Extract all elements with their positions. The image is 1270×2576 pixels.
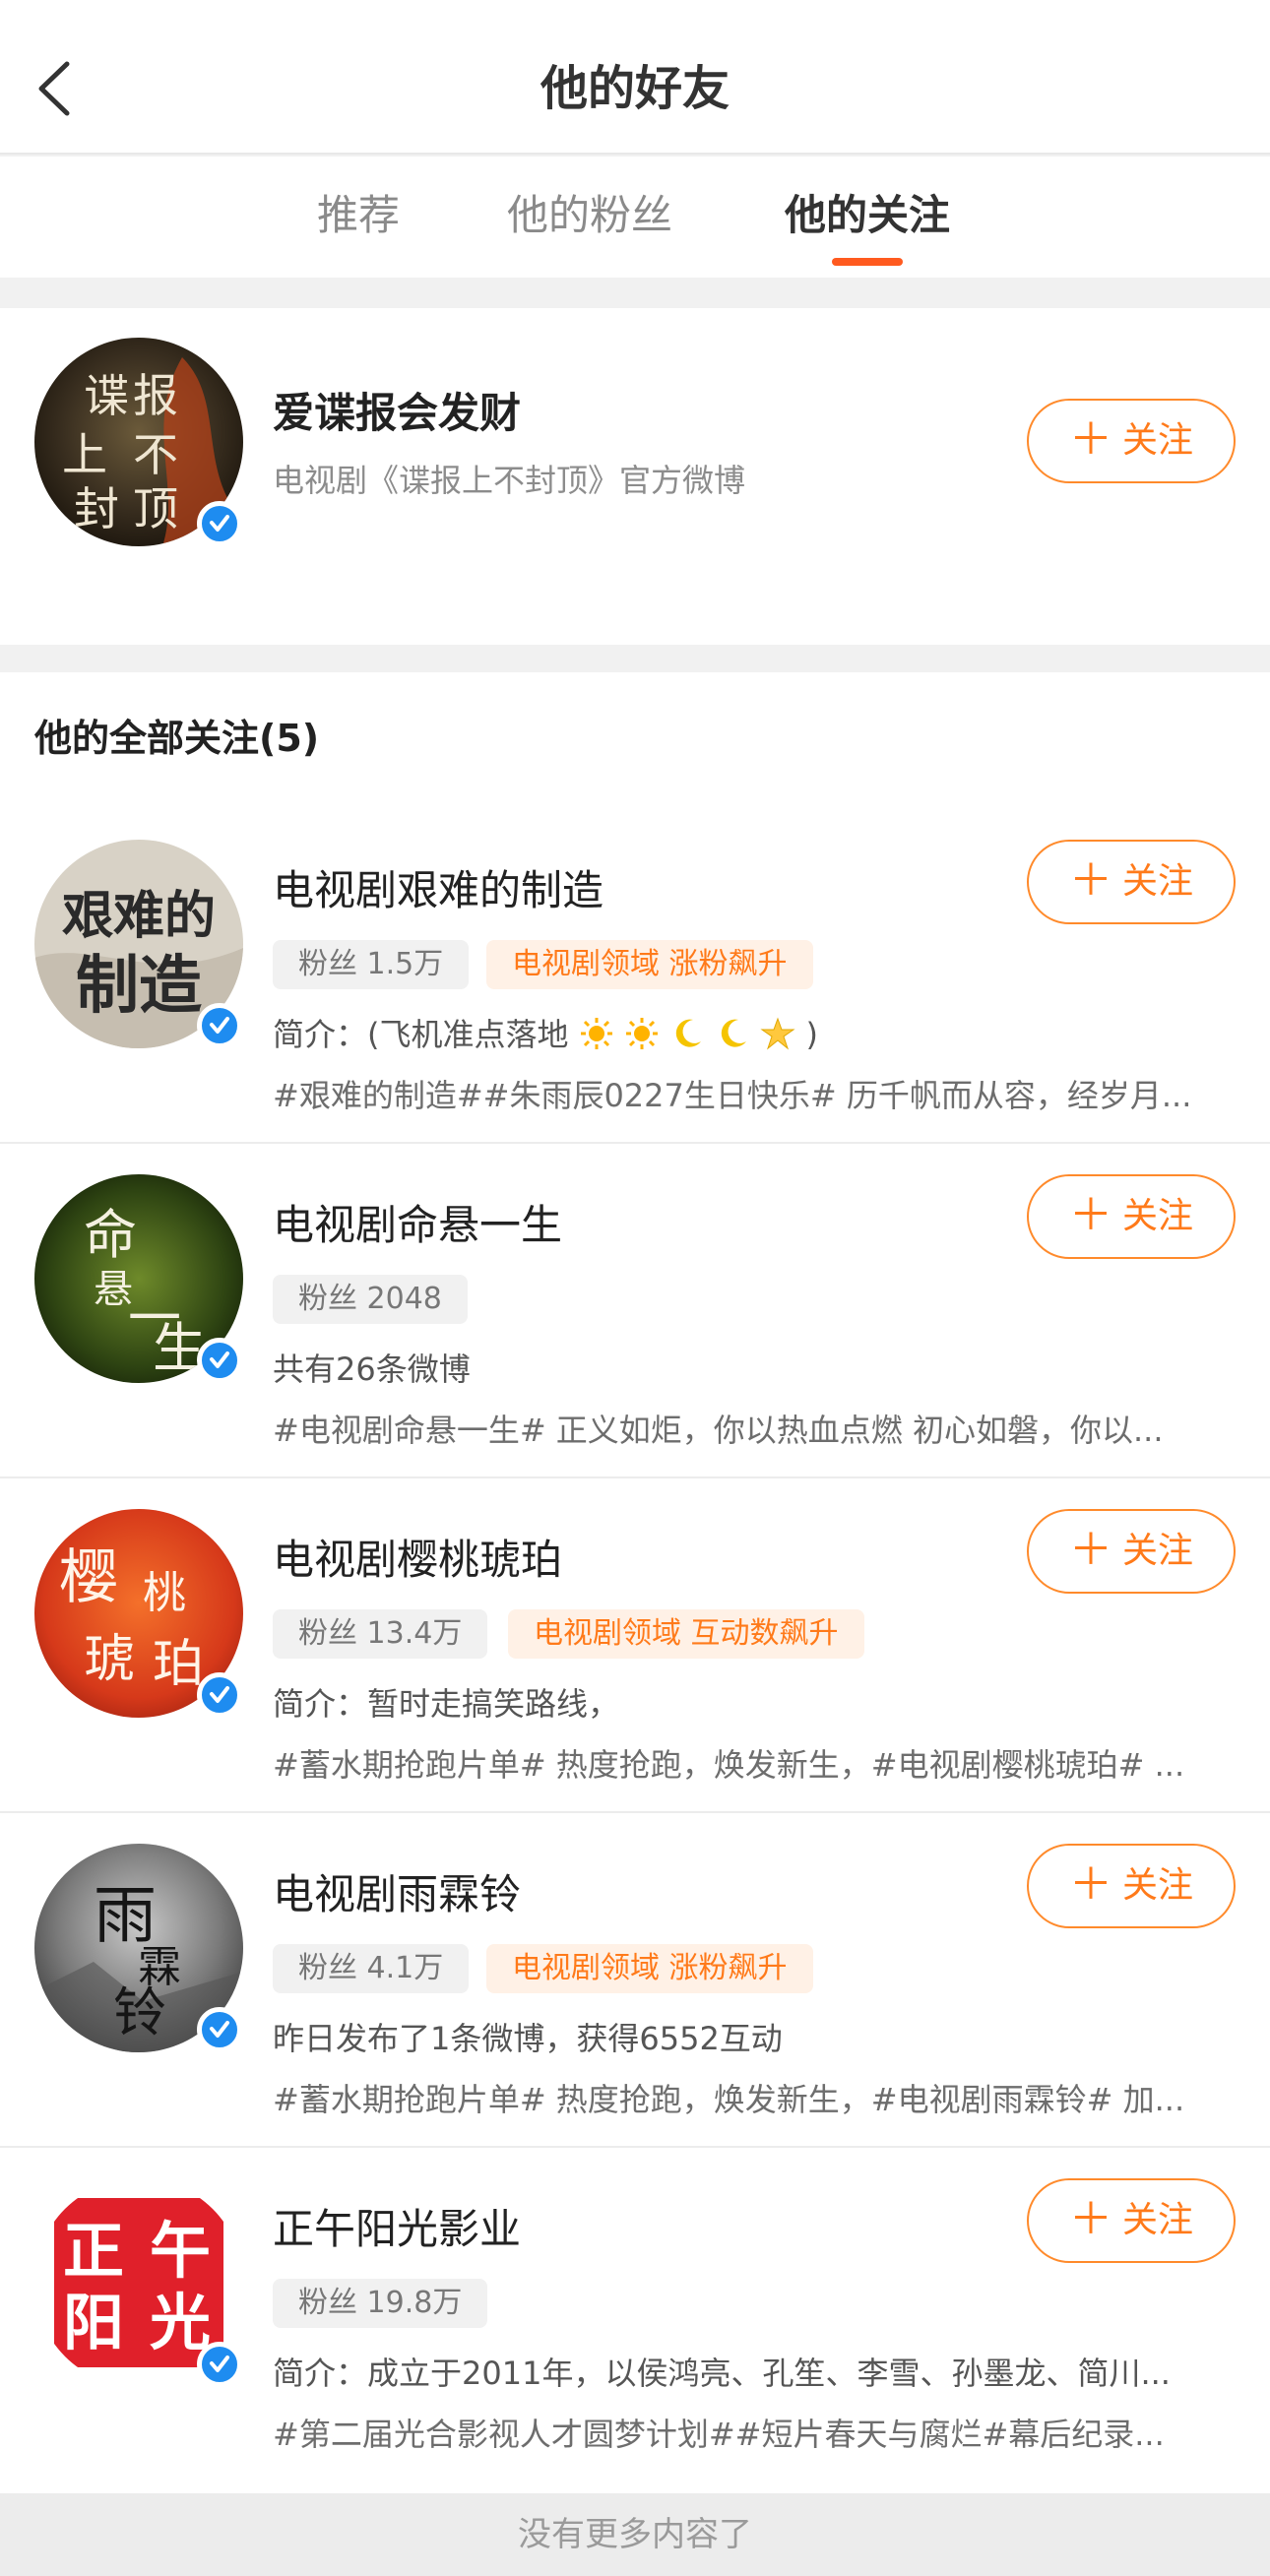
avatar-text: 艰难的 <box>62 887 216 946</box>
avatar-text: 午 <box>150 2215 211 2287</box>
account-intro: 共有26条微博 <box>273 1351 471 1388</box>
fans-count: 粉丝 13.4万 <box>273 1609 488 1659</box>
moon-emoji-icon <box>721 1019 747 1047</box>
avatar-text: 铃 <box>113 1981 166 2043</box>
end-of-list-notice: 没有更多内容了 <box>0 2493 1270 2576</box>
avatar-text: 谍 <box>84 369 129 422</box>
plus-icon: ＋ <box>1068 1859 1112 1910</box>
latest-post[interactable]: #蓄水期抢跑片单# 热度抢跑，焕发新生，#电视剧雨霖铃# 加... <box>273 2077 1233 2122</box>
follow-label: 关注 <box>1121 1531 1193 1571</box>
account-name[interactable]: 爱谍报会发财 <box>273 384 521 443</box>
follow-label: 关注 <box>1121 420 1193 461</box>
account-intro: 简介：(飞机准点落地 ) <box>273 1012 1233 1057</box>
verified-badge-icon <box>197 1338 242 1383</box>
intro-text: 简介：(飞机准点落地 <box>273 1016 569 1053</box>
avatar-text: 报 <box>133 369 178 422</box>
avatar-text: 制造 <box>76 950 202 1023</box>
active-tab-indicator <box>832 258 903 266</box>
account-desc: 电视剧《谍报上不封顶》官方微博 <box>273 462 746 499</box>
follow-label: 关注 <box>1121 1865 1193 1906</box>
tab-bar: 推荐 他的粉丝 他的关注 <box>0 157 1270 278</box>
follow-button[interactable]: ＋关注 <box>1027 399 1236 483</box>
follow-button[interactable]: ＋关注 <box>1027 1844 1236 1928</box>
latest-post[interactable]: #电视剧命悬一生# 正义如炬，你以热血点燃 初心如磐，你以... <box>273 1408 1233 1453</box>
verified-badge-icon <box>197 1672 242 1718</box>
follow-label: 关注 <box>1121 861 1193 902</box>
tab-recommend[interactable]: 推荐 <box>317 186 400 245</box>
account-name[interactable]: 电视剧艰难的制造 <box>273 861 603 920</box>
account-name[interactable]: 电视剧雨霖铃 <box>273 1865 521 1924</box>
fans-count: 粉丝 4.1万 <box>273 1944 470 1993</box>
avatar-text: 顶 <box>133 482 178 535</box>
section-title: 他的全部关注(5) <box>34 717 320 760</box>
follow-label: 关注 <box>1121 1196 1193 1236</box>
latest-post[interactable]: #蓄水期抢跑片单# 热度抢跑，焕发新生，#电视剧樱桃琥珀# ... <box>273 1742 1233 1788</box>
sun-emoji-icon <box>625 1018 658 1049</box>
fans-count: 粉丝 1.5万 <box>273 940 470 989</box>
trend-badge: 电视剧领域 互动数飙升 <box>508 1609 864 1659</box>
follow-button[interactable]: ＋关注 <box>1027 2178 1236 2263</box>
sun-emoji-icon <box>580 1018 612 1049</box>
account-name[interactable]: 正午阳光影业 <box>273 2200 521 2259</box>
avatar-text: 阳 <box>63 2287 124 2358</box>
trend-badge: 电视剧领域 涨粉飙升 <box>486 940 813 989</box>
account-intro: 昨日发布了1条微博，获得6552互动 <box>273 2020 783 2057</box>
verified-badge-icon <box>197 2342 242 2387</box>
follow-button[interactable]: ＋关注 <box>1027 840 1236 924</box>
account-intro: 简介：成立于2011年，以侯鸿亮、孔笙、李雪、孙墨龙、简川... <box>273 2355 1171 2392</box>
intro-text: ) <box>805 1016 819 1053</box>
avatar-text: 不 <box>133 428 178 481</box>
account-name[interactable]: 电视剧命悬一生 <box>273 1196 562 1255</box>
account-name[interactable]: 电视剧樱桃琥珀 <box>273 1531 562 1590</box>
divider <box>0 1811 1270 1813</box>
latest-post[interactable]: #第二届光合影视人才圆梦计划##短片春天与腐烂#幕后纪录... <box>273 2412 1233 2457</box>
follow-button[interactable]: ＋关注 <box>1027 1174 1236 1259</box>
plus-icon: ＋ <box>1068 1190 1112 1240</box>
verified-badge-icon <box>197 501 242 546</box>
avatar-text: 珀 <box>153 1635 204 1694</box>
plus-icon: ＋ <box>1068 855 1112 906</box>
trend-badge: 电视剧领域 涨粉飙升 <box>486 1944 813 1993</box>
account-intro: 简介：暂时走搞笑路线， <box>273 1685 620 1723</box>
verified-badge-icon <box>197 1003 242 1048</box>
plus-icon: ＋ <box>1068 1525 1112 1575</box>
follow-button[interactable]: ＋关注 <box>1027 1509 1236 1594</box>
tab-following[interactable]: 他的关注 <box>785 186 950 245</box>
recommended-card: 谍 报 上 不 封 顶 爱谍报会发财 电视剧《谍报上不封顶》官方微博 ＋关注 <box>0 308 1270 645</box>
top-nav-bar: 他的好友 <box>0 0 1270 155</box>
tab-fans[interactable]: 他的粉丝 <box>507 186 672 245</box>
avatar-text: 樱 <box>59 1543 118 1612</box>
fans-count: 粉丝 2048 <box>273 1275 468 1324</box>
divider <box>0 1476 1270 1478</box>
plus-icon: ＋ <box>1068 2194 1112 2244</box>
verified-badge-icon <box>197 2007 242 2052</box>
avatar-text: 悬 <box>94 1267 133 1312</box>
plus-icon: ＋ <box>1068 414 1112 465</box>
avatar-text: 封 <box>74 482 119 535</box>
avatar-text: 命 <box>84 1204 137 1266</box>
fans-count: 粉丝 19.8万 <box>273 2279 488 2328</box>
avatar-text: 正 <box>63 2215 124 2287</box>
page-title: 他的好友 <box>540 61 730 116</box>
star-emoji-icon <box>760 1017 795 1050</box>
moon-emoji-icon <box>675 1019 702 1047</box>
avatar-text: 琥 <box>84 1630 135 1689</box>
divider <box>0 1142 1270 1144</box>
avatar-text: 上 <box>62 428 107 481</box>
avatar-text: 桃 <box>143 1568 186 1618</box>
latest-post[interactable]: #艰难的制造##朱雨辰0227生日快乐# 历千帆而从容，经岁月... <box>273 1073 1233 1118</box>
divider <box>0 2146 1270 2148</box>
follow-label: 关注 <box>1121 2200 1193 2240</box>
